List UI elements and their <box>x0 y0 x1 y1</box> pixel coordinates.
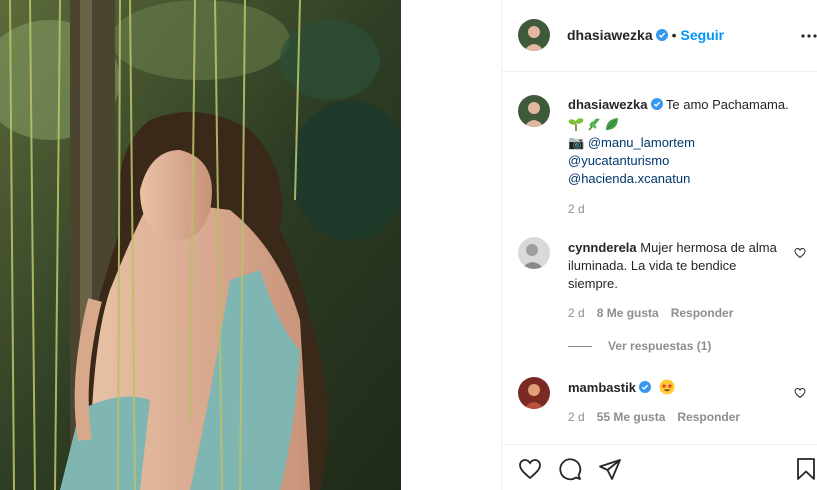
verified-badge-icon <box>655 29 668 41</box>
tag-link[interactable]: @hacienda.xcanatun <box>568 171 690 186</box>
comment-body: cynnderela Mujer hermosa de alma ilumina… <box>568 239 788 293</box>
tag-link[interactable]: @yucatanturismo <box>568 153 669 168</box>
caption-body: dhasiawezka Te amo Pachamama. 📷 @manu_la… <box>568 96 808 218</box>
like-comment-icon[interactable] <box>794 247 806 259</box>
avatar[interactable] <box>518 377 550 409</box>
post-header: dhasiawezka • Seguir <box>502 0 817 72</box>
verified-badge-icon <box>650 98 663 110</box>
reply-button[interactable]: Responder <box>671 306 734 320</box>
header-user: dhasiawezka • Seguir <box>567 27 724 43</box>
comment-username[interactable]: cynnderela <box>568 240 637 255</box>
view-replies[interactable]: Ver respuestas (1) <box>568 339 711 353</box>
username[interactable]: dhasiawezka <box>567 27 653 43</box>
post-photo[interactable] <box>0 0 401 490</box>
comment-time[interactable]: 2 d <box>568 306 585 320</box>
caption-time[interactable]: 2 d <box>568 200 808 218</box>
like-heart-icon[interactable] <box>518 457 542 481</box>
tag-link[interactable]: @manu_lamortem <box>588 135 695 150</box>
save-bookmark-icon[interactable] <box>794 457 817 481</box>
comment-body: mambastik <box>568 379 788 397</box>
avatar[interactable] <box>518 237 550 269</box>
caption-text: Te amo Pachamama. <box>665 97 789 112</box>
reply-button[interactable]: Responder <box>677 410 740 424</box>
caption-username[interactable]: dhasiawezka <box>568 97 648 112</box>
comment-likes[interactable]: 55 Me gusta <box>597 410 666 424</box>
verified-badge-icon <box>638 381 651 393</box>
post-panel: dhasiawezka • Seguir dhasiawezka Te amo Pa… <box>501 0 817 490</box>
follow-button[interactable]: Seguir <box>681 27 725 43</box>
camera-emoji: 📷 <box>568 135 585 150</box>
comment-meta: 2 d 8 Me gusta Responder <box>568 306 733 320</box>
herb-emoji <box>588 118 600 131</box>
comment-bubble-icon[interactable] <box>558 457 582 481</box>
post-image <box>0 0 401 490</box>
seedling-emoji <box>568 118 584 131</box>
like-comment-icon[interactable] <box>794 387 806 399</box>
comment-time[interactable]: 2 d <box>568 410 585 424</box>
star-struck-emoji <box>659 379 675 395</box>
comment-meta: 2 d 55 Me gusta Responder <box>568 410 740 424</box>
view-replies-label[interactable]: Ver respuestas (1) <box>608 339 711 353</box>
share-paper-plane-icon[interactable] <box>598 457 622 481</box>
comment-username[interactable]: mambastik <box>568 380 636 395</box>
comment-likes[interactable]: 8 Me gusta <box>597 306 659 320</box>
separator-dot: • <box>671 27 677 43</box>
leaf-emoji <box>606 118 618 130</box>
more-options-icon[interactable] <box>800 26 817 46</box>
post-actions <box>502 444 817 490</box>
avatar[interactable] <box>518 95 550 127</box>
avatar[interactable] <box>518 19 550 51</box>
replies-divider <box>568 345 592 347</box>
emoji-row <box>568 116 808 134</box>
